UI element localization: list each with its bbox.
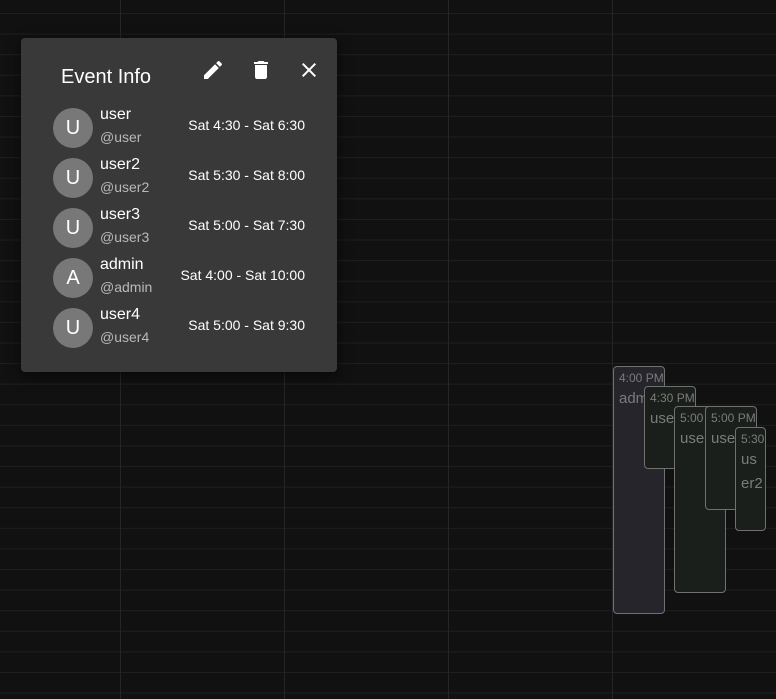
avatar: A bbox=[53, 258, 93, 298]
attendee-row: U user @user Sat 4:30 - Sat 6:30 bbox=[53, 105, 305, 151]
attendee-handle: @user3 bbox=[100, 229, 150, 245]
attendee-row: A admin @admin Sat 4:00 - Sat 10:00 bbox=[53, 255, 305, 301]
attendee-row: U user2 @user2 Sat 5:30 - Sat 8:00 bbox=[53, 155, 305, 201]
event-time: 5:00 PM bbox=[711, 411, 756, 425]
attendee-time-range: Sat 4:00 - Sat 10:00 bbox=[180, 267, 305, 283]
event-info-popover: Event Info U user @user Sat 4:30 - Sat 6… bbox=[21, 38, 337, 372]
popover-title: Event Info bbox=[61, 66, 152, 88]
pencil-icon bbox=[204, 60, 223, 79]
event-time: 5:30 PM bbox=[741, 432, 765, 446]
attendee-handle: @user4 bbox=[100, 329, 150, 345]
attendee-row: U user3 @user3 Sat 5:00 - Sat 7:30 bbox=[53, 205, 305, 251]
attendee-handle: @user2 bbox=[100, 179, 150, 195]
avatar: U bbox=[53, 208, 93, 248]
event-time: 4:30 PM bbox=[650, 391, 695, 405]
attendee-name: user3 bbox=[100, 206, 141, 223]
avatar: U bbox=[53, 108, 93, 148]
attendee-row: U user4 @user4 Sat 5:00 - Sat 9:30 bbox=[53, 305, 305, 351]
attendee-name: user bbox=[100, 106, 132, 123]
close-button[interactable] bbox=[297, 58, 321, 82]
close-icon bbox=[302, 63, 316, 77]
delete-button[interactable] bbox=[249, 58, 273, 82]
calendar-grid[interactable]: 4:00 PM admin 4:30 PM user 5:00 PM user4… bbox=[0, 0, 776, 699]
attendee-handle: @user bbox=[100, 129, 142, 145]
attendee-time-range: Sat 4:30 - Sat 6:30 bbox=[188, 117, 305, 133]
avatar: U bbox=[53, 158, 93, 198]
event-title: user2 bbox=[741, 451, 763, 492]
event-time: 4:00 PM bbox=[619, 371, 664, 385]
attendee-name: admin bbox=[100, 256, 144, 273]
calendar-event-user2[interactable]: 5:30 PM user2 bbox=[735, 427, 766, 531]
attendee-time-range: Sat 5:30 - Sat 8:00 bbox=[188, 167, 305, 183]
attendee-time-range: Sat 5:00 - Sat 7:30 bbox=[188, 217, 305, 233]
avatar: U bbox=[53, 308, 93, 348]
attendee-time-range: Sat 5:00 - Sat 9:30 bbox=[188, 317, 305, 333]
edit-button[interactable] bbox=[201, 58, 225, 82]
attendee-name: user2 bbox=[100, 156, 141, 173]
trash-icon bbox=[254, 61, 268, 79]
attendee-handle: @admin bbox=[100, 279, 153, 295]
attendee-name: user4 bbox=[100, 306, 141, 323]
